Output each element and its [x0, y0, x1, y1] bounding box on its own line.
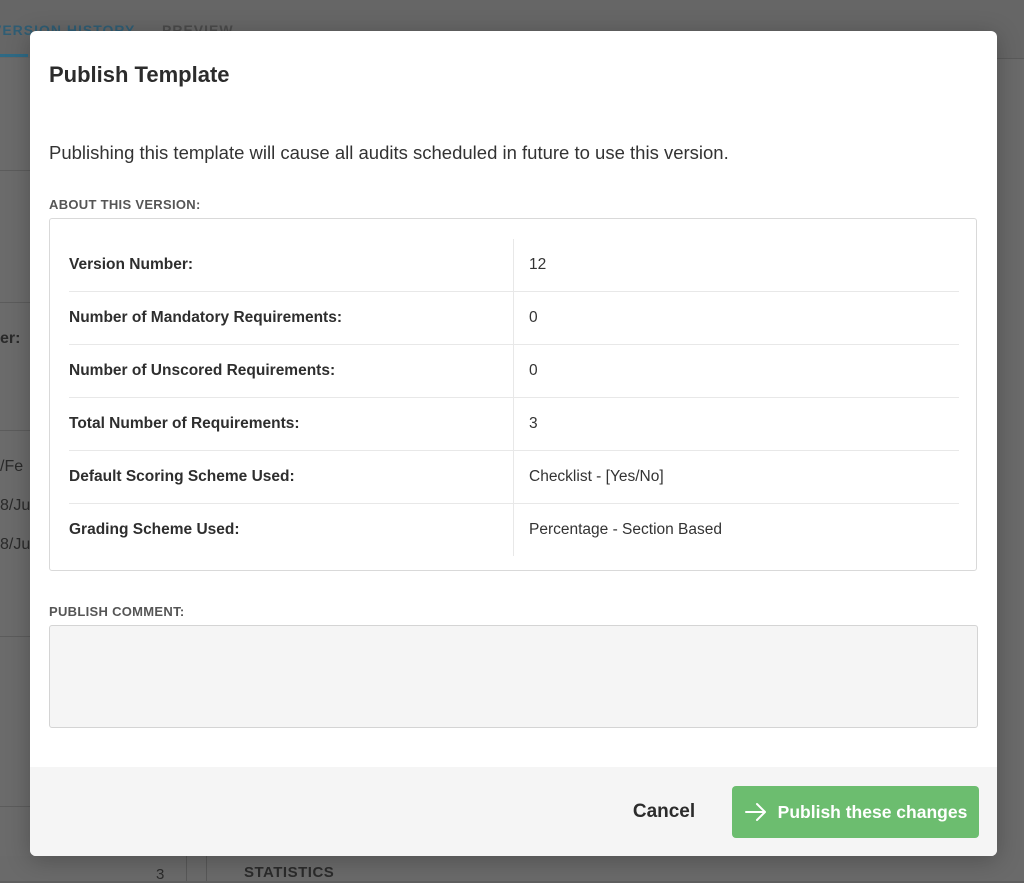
divider	[0, 170, 30, 171]
grading-scheme-label: Grading Scheme Used:	[69, 503, 514, 556]
table-row: Grading Scheme Used: Percentage - Sectio…	[69, 503, 959, 556]
background-statistics-heading: STATISTICS	[244, 864, 335, 881]
divider	[0, 806, 30, 807]
table-row: Number of Mandatory Requirements: 0	[69, 291, 959, 345]
publish-template-dialog: Publish Template Publishing this templat…	[30, 31, 997, 856]
mandatory-requirements-value: 0	[513, 291, 959, 345]
mandatory-requirements-label: Number of Mandatory Requirements:	[69, 291, 514, 345]
background-label: er:	[0, 330, 21, 347]
table-row: Default Scoring Scheme Used: Checklist -…	[69, 450, 959, 504]
total-requirements-label: Total Number of Requirements:	[69, 397, 514, 451]
dialog-description: Publishing this template will cause all …	[49, 142, 729, 163]
publish-button-label: Publish these changes	[777, 801, 968, 822]
version-info-box: Version Number: 12 Number of Mandatory R…	[49, 218, 977, 571]
active-tab-indicator	[0, 54, 28, 57]
background-date: 8/Ju	[0, 497, 31, 514]
background-count: 3	[156, 866, 165, 883]
about-version-label: ABOUT THIS VERSION:	[49, 197, 201, 212]
background-bottom-row	[0, 856, 1024, 881]
version-number-value: 12	[513, 239, 959, 292]
publish-comment-input[interactable]	[49, 625, 978, 728]
total-requirements-value: 3	[513, 397, 959, 451]
dialog-title: Publish Template	[49, 62, 230, 87]
version-info-table: Version Number: 12 Number of Mandatory R…	[69, 239, 959, 556]
background-date: /Fe	[0, 458, 24, 475]
divider	[206, 856, 207, 881]
background-date: 8/Ju	[0, 536, 31, 553]
version-number-label: Version Number:	[69, 239, 514, 292]
dialog-footer: Cancel Publish these changes	[30, 767, 997, 856]
table-row: Version Number: 12	[69, 239, 959, 292]
arrow-right-icon	[744, 802, 768, 822]
cancel-button[interactable]: Cancel	[620, 792, 708, 832]
divider	[186, 856, 187, 881]
divider	[0, 636, 30, 637]
publish-changes-button[interactable]: Publish these changes	[732, 786, 979, 838]
unscored-requirements-label: Number of Unscored Requirements:	[69, 344, 514, 398]
table-row: Total Number of Requirements: 3	[69, 397, 959, 451]
scoring-scheme-value: Checklist - [Yes/No]	[513, 450, 959, 504]
publish-comment-label: PUBLISH COMMENT:	[49, 604, 185, 619]
table-row: Number of Unscored Requirements: 0	[69, 344, 959, 398]
grading-scheme-value: Percentage - Section Based	[529, 521, 723, 538]
divider	[0, 430, 30, 431]
divider	[0, 302, 30, 303]
unscored-requirements-value: 0	[513, 344, 959, 398]
scoring-scheme-label: Default Scoring Scheme Used:	[69, 450, 514, 504]
